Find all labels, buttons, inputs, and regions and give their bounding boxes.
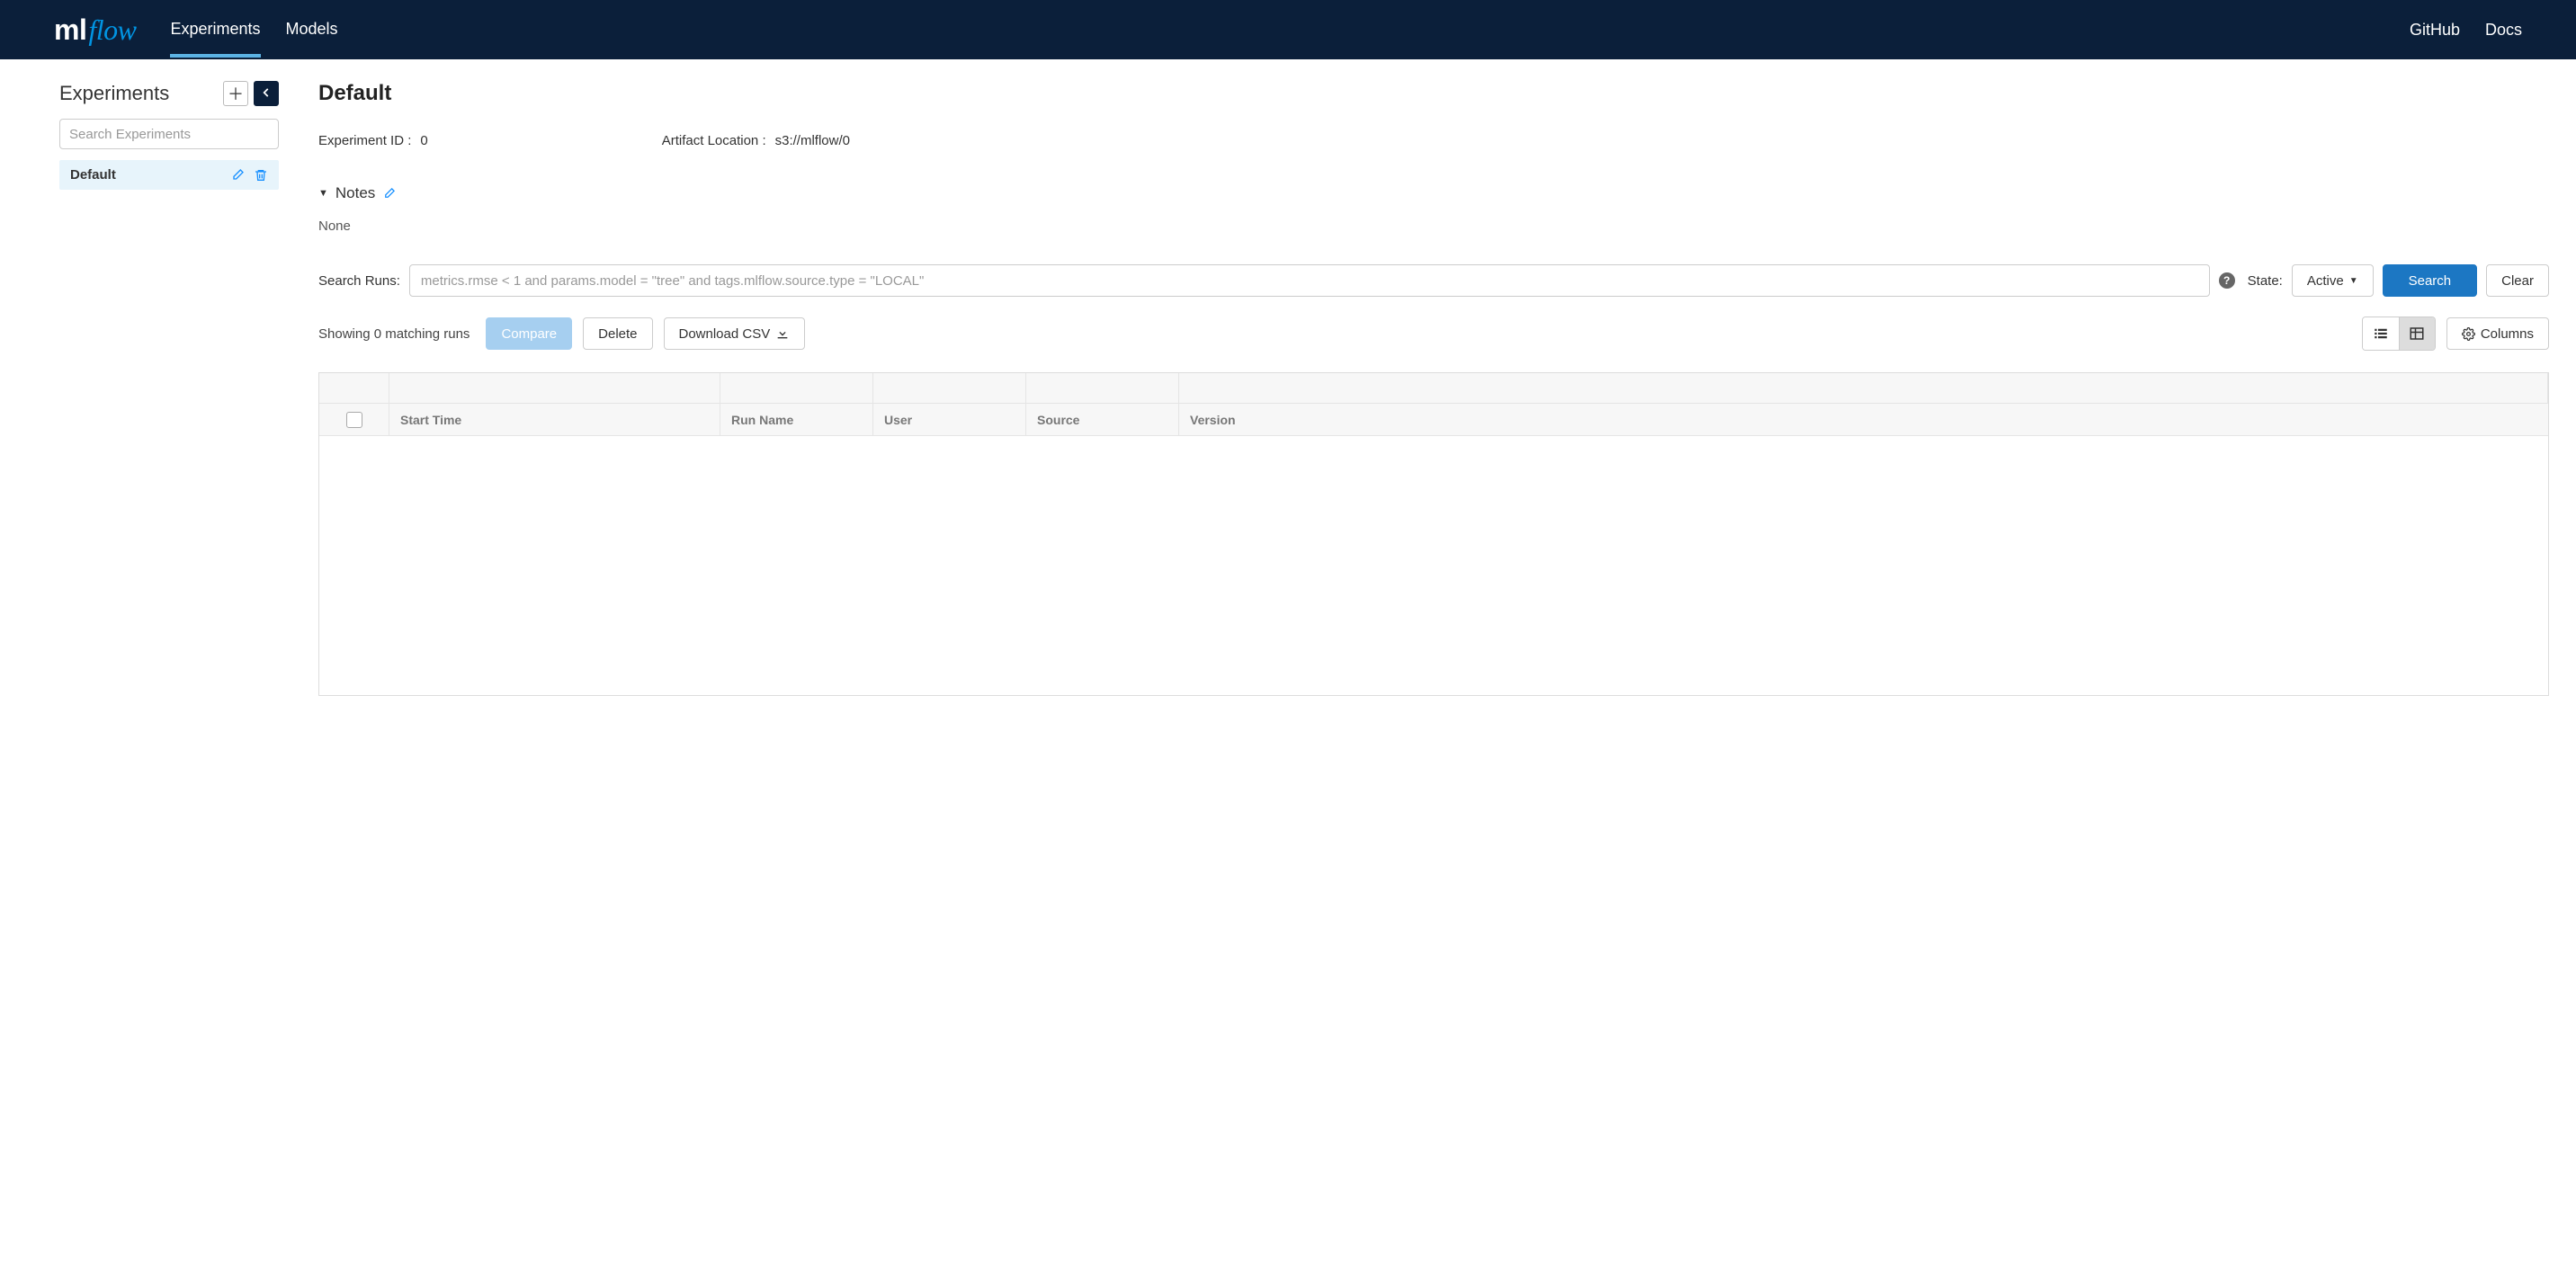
caret-down-icon: ▼ bbox=[2349, 276, 2358, 286]
tab-models[interactable]: Models bbox=[286, 2, 338, 58]
matching-runs-text: Showing 0 matching runs bbox=[318, 326, 470, 342]
page-title: Default bbox=[318, 81, 2549, 106]
sidebar-title: Experiments bbox=[59, 82, 169, 105]
col-start-time[interactable]: Start Time bbox=[389, 404, 720, 435]
columns-button[interactable]: Columns bbox=[2446, 317, 2549, 350]
download-csv-button[interactable]: Download CSV bbox=[664, 317, 806, 350]
download-icon bbox=[775, 326, 790, 341]
chevron-left-icon bbox=[260, 85, 273, 103]
notes-header[interactable]: ▼ Notes bbox=[318, 184, 2549, 202]
sidebar-item-default[interactable]: Default bbox=[59, 160, 279, 190]
tab-experiments[interactable]: Experiments bbox=[170, 2, 260, 58]
search-runs-label: Search Runs: bbox=[318, 273, 400, 289]
edit-icon bbox=[230, 168, 245, 183]
edit-experiment-button[interactable] bbox=[230, 168, 245, 183]
grid-icon bbox=[2409, 325, 2425, 342]
collapse-sidebar-button[interactable] bbox=[254, 81, 279, 106]
select-all-checkbox[interactable] bbox=[346, 412, 362, 428]
trash-icon bbox=[254, 168, 268, 183]
edit-notes-button[interactable] bbox=[382, 187, 396, 201]
download-csv-label: Download CSV bbox=[679, 326, 771, 342]
experiment-id: Experiment ID : 0 bbox=[318, 133, 428, 148]
artifact-location-value: s3://mlflow/0 bbox=[775, 133, 850, 148]
list-view-button[interactable] bbox=[2363, 317, 2399, 350]
link-docs[interactable]: Docs bbox=[2485, 21, 2522, 40]
sidebar-item-label: Default bbox=[70, 167, 116, 183]
list-icon bbox=[2373, 325, 2389, 342]
main-content: Default Experiment ID : 0 Artifact Locat… bbox=[306, 81, 2576, 696]
search-button[interactable]: Search bbox=[2383, 264, 2478, 297]
mlflow-logo[interactable]: ml flow bbox=[54, 13, 136, 47]
runs-table: Start Time Run Name User Source Version bbox=[318, 372, 2549, 696]
caret-down-icon: ▼ bbox=[318, 188, 328, 199]
columns-label: Columns bbox=[2481, 326, 2534, 342]
grid-view-button[interactable] bbox=[2399, 317, 2435, 350]
link-github[interactable]: GitHub bbox=[2410, 21, 2460, 40]
table-group-header bbox=[319, 373, 2548, 404]
state-label: State: bbox=[2248, 273, 2283, 289]
notes-content: None bbox=[318, 218, 2549, 234]
delete-button[interactable]: Delete bbox=[583, 317, 652, 350]
logo-ml-text: ml bbox=[54, 13, 86, 47]
artifact-location-label: Artifact Location : bbox=[662, 133, 766, 148]
search-runs-input[interactable] bbox=[409, 264, 2210, 297]
artifact-location: Artifact Location : s3://mlflow/0 bbox=[662, 133, 850, 148]
experiment-id-label: Experiment ID : bbox=[318, 133, 411, 148]
notes-label: Notes bbox=[335, 184, 375, 202]
logo-flow-text: flow bbox=[88, 13, 136, 47]
col-run-name[interactable]: Run Name bbox=[720, 404, 873, 435]
top-nav: ml flow Experiments Models GitHub Docs bbox=[0, 0, 2576, 59]
col-version[interactable]: Version bbox=[1179, 404, 2548, 435]
add-experiment-button[interactable]: ＋ bbox=[223, 81, 248, 106]
edit-icon bbox=[382, 187, 396, 201]
search-experiments-input[interactable] bbox=[59, 119, 279, 149]
clear-button[interactable]: Clear bbox=[2486, 264, 2549, 297]
col-source[interactable]: Source bbox=[1026, 404, 1179, 435]
delete-experiment-button[interactable] bbox=[254, 168, 268, 183]
help-icon[interactable]: ? bbox=[2219, 272, 2235, 289]
col-user[interactable]: User bbox=[873, 404, 1026, 435]
plus-icon: ＋ bbox=[228, 82, 244, 105]
experiment-id-value: 0 bbox=[420, 133, 427, 148]
sidebar: Experiments ＋ Default bbox=[0, 81, 306, 696]
select-all-cell bbox=[319, 404, 389, 435]
view-toggle bbox=[2362, 316, 2436, 351]
state-dropdown[interactable]: Active ▼ bbox=[2292, 264, 2374, 297]
state-value: Active bbox=[2307, 273, 2344, 289]
compare-button: Compare bbox=[486, 317, 572, 350]
nav-tabs: Experiments Models bbox=[170, 2, 337, 58]
gear-icon bbox=[2462, 327, 2475, 341]
nav-right: GitHub Docs bbox=[2410, 21, 2522, 40]
table-header-row: Start Time Run Name User Source Version bbox=[319, 404, 2548, 436]
